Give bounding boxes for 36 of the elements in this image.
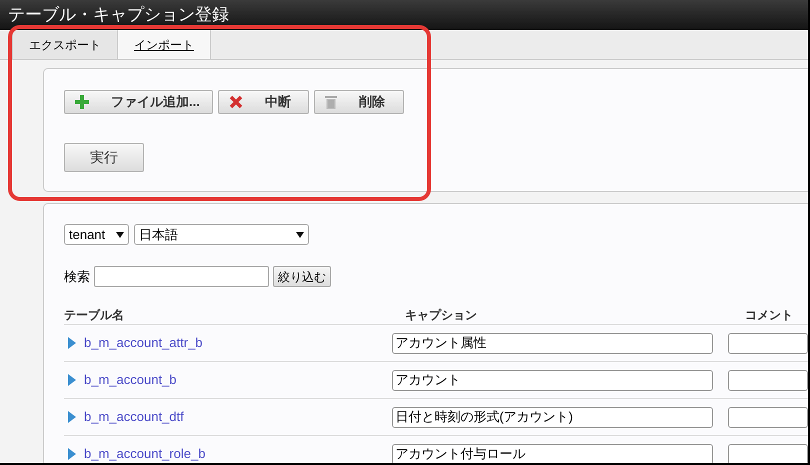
comment-field[interactable]: [728, 444, 808, 463]
expand-arrow-icon[interactable]: [68, 448, 76, 460]
trash-icon: [325, 95, 337, 109]
comment-field[interactable]: [728, 406, 808, 428]
table-name-link[interactable]: b_m_account_dtf: [84, 407, 184, 427]
title-bar: テーブル・キャプション登録: [0, 0, 808, 30]
language-select[interactable]: 日本語: [134, 224, 309, 245]
search-label: 検索: [64, 268, 90, 286]
cancel-button[interactable]: 中断: [218, 90, 309, 114]
caret-icon: [296, 232, 304, 238]
table-name-link[interactable]: b_m_account_b: [84, 370, 177, 390]
tenant-select[interactable]: tenant: [64, 224, 129, 245]
table-name-link[interactable]: b_m_account_attr_b: [84, 333, 203, 353]
tab[interactable]: エクスポート: [12, 30, 117, 59]
caret-icon: [116, 232, 124, 238]
plus-icon: [75, 95, 89, 109]
expand-arrow-icon[interactable]: [68, 411, 76, 423]
comment-field[interactable]: [728, 370, 808, 390]
delete-button[interactable]: 削除: [314, 90, 404, 114]
add-button[interactable]: ファイル追加...: [64, 90, 213, 114]
cross-icon: [229, 95, 243, 109]
run-button[interactable]: 実行: [64, 143, 144, 172]
filter-button[interactable]: 絞り込む: [273, 266, 331, 287]
tab[interactable]: インポート: [117, 30, 211, 59]
caption-field[interactable]: アカウント属性: [392, 332, 713, 354]
column-header: テーブル名: [64, 307, 125, 324]
expand-arrow-icon[interactable]: [68, 374, 76, 386]
caption-field[interactable]: アカウント付与ロール: [392, 444, 713, 463]
table-name-link[interactable]: b_m_account_role_b: [84, 444, 206, 463]
search-field[interactable]: [94, 266, 269, 287]
caption-field[interactable]: アカウント: [392, 370, 713, 390]
column-header: キャプション: [405, 307, 478, 324]
expand-arrow-icon[interactable]: [68, 337, 76, 349]
column-header: コメント: [745, 307, 793, 324]
caption-field[interactable]: 日付と時刻の形式(アカウント): [392, 406, 713, 428]
comment-field[interactable]: [728, 332, 808, 354]
